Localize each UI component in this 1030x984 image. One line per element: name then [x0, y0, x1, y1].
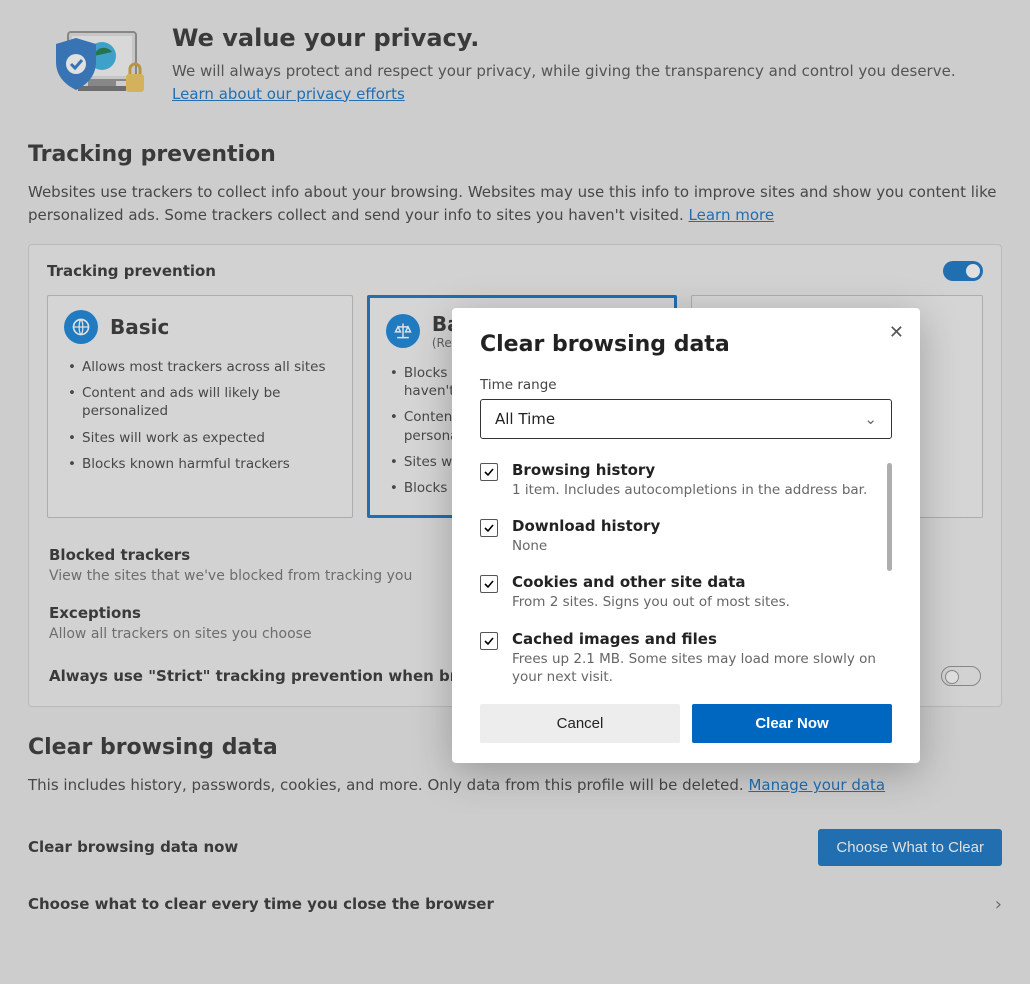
cached-files-checkbox[interactable] — [480, 632, 498, 650]
cancel-button[interactable]: Cancel — [480, 704, 680, 743]
dialog-title: Clear browsing data — [480, 332, 892, 357]
check-title: Cached images and files — [512, 630, 880, 648]
scrollbar[interactable] — [887, 463, 892, 571]
chevron-down-icon: ⌄ — [864, 410, 877, 428]
check-title: Browsing history — [512, 461, 867, 479]
clear-browsing-data-dialog: ✕ Clear browsing data Time range All Tim… — [452, 308, 920, 763]
download-history-checkbox[interactable] — [480, 519, 498, 537]
check-desc: Frees up 2.1 MB. Some sites may load mor… — [512, 650, 880, 686]
check-desc: From 2 sites. Signs you out of most site… — [512, 593, 790, 611]
time-range-value: All Time — [495, 410, 555, 428]
cookies-checkbox[interactable] — [480, 575, 498, 593]
check-title: Download history — [512, 517, 660, 535]
time-range-select[interactable]: All Time ⌄ — [480, 399, 892, 439]
close-icon[interactable]: ✕ — [889, 322, 904, 343]
browsing-history-checkbox[interactable] — [480, 463, 498, 481]
check-title: Cookies and other site data — [512, 573, 790, 591]
check-desc: None — [512, 537, 660, 555]
clear-now-button[interactable]: Clear Now — [692, 704, 892, 743]
time-range-label: Time range — [480, 377, 892, 393]
check-desc: 1 item. Includes autocompletions in the … — [512, 481, 867, 499]
